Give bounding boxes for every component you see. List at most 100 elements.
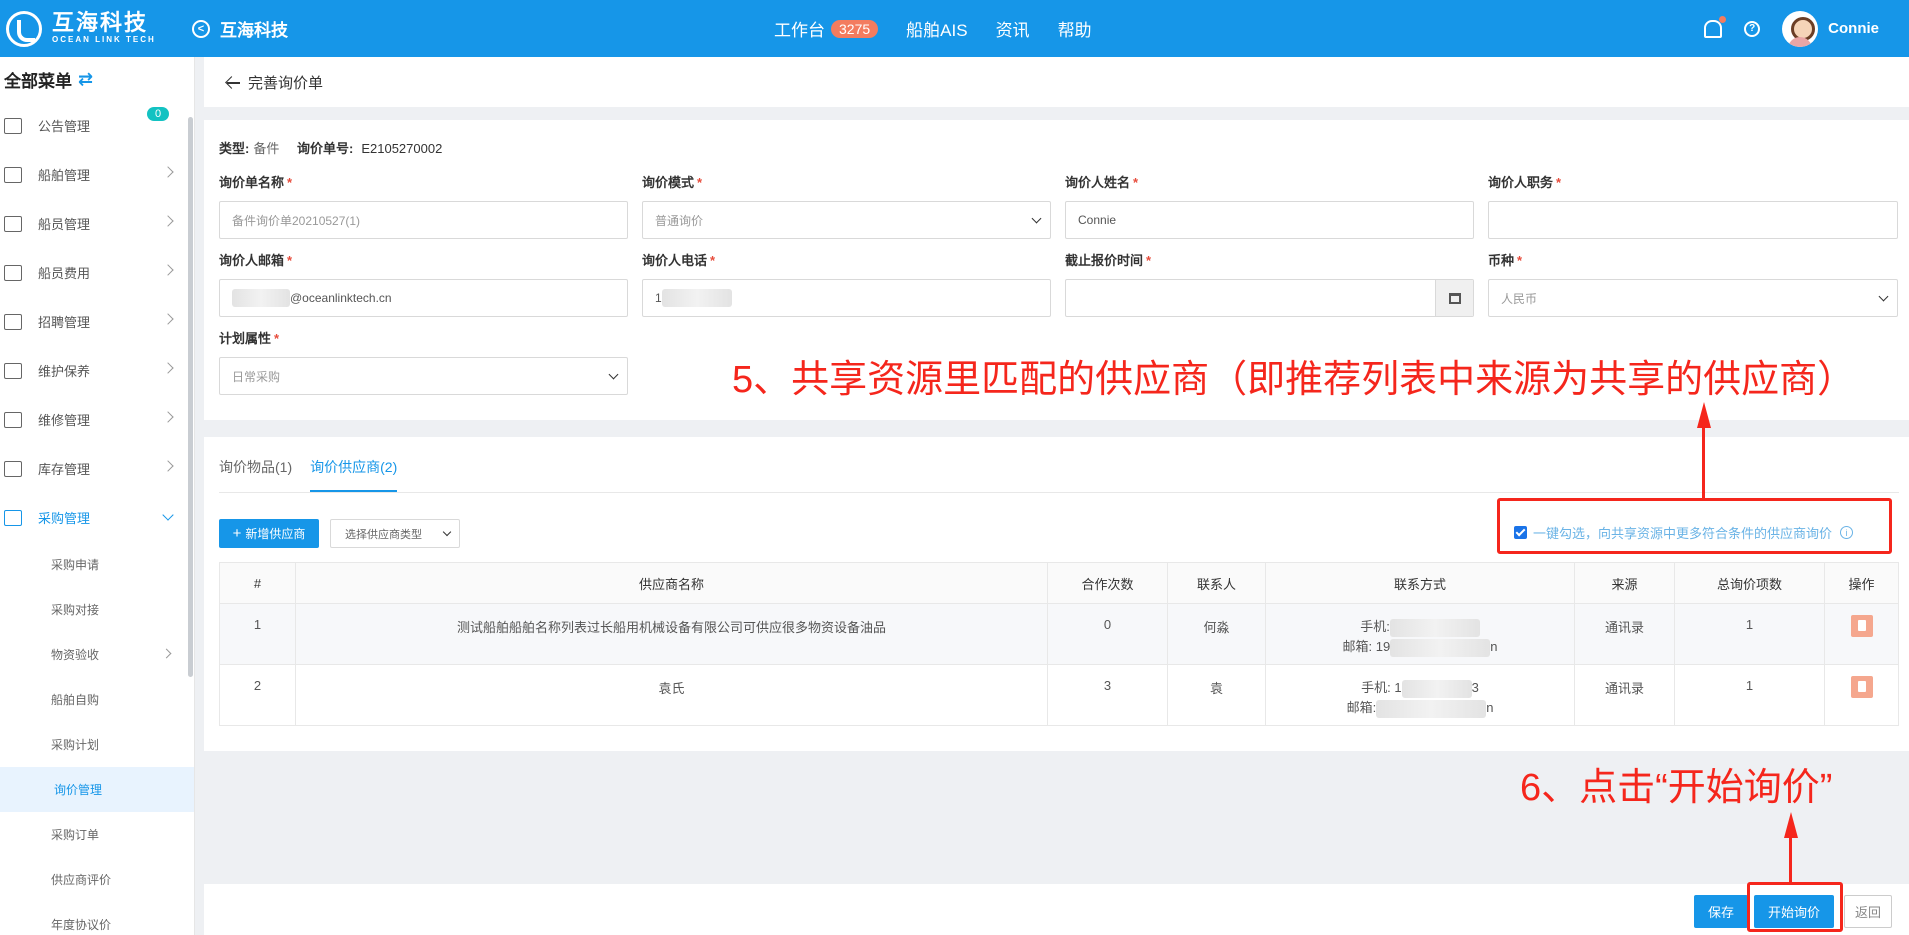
annotation-arrow-shaft — [1789, 836, 1792, 882]
inquirer-email-input[interactable]: @oceanlinktech.cn — [219, 279, 628, 317]
add-supplier-button[interactable]: + 新增供应商 — [219, 519, 319, 548]
mail-text: 邮箱: 19 — [1342, 639, 1391, 654]
sidebar-item-recruitment[interactable]: 招聘管理 — [0, 297, 194, 346]
table-row[interactable]: 1 测试船舶船舶名称列表过长船用机械设备有限公司可供应很多物资设备油品 0 何淼… — [219, 603, 1899, 665]
sidebar-sub-annual-price[interactable]: 年度协议价 — [0, 902, 194, 935]
row-coop-times: 3 — [1047, 664, 1168, 726]
user-menu[interactable]: Connie — [1782, 10, 1879, 47]
delete-icon[interactable] — [1850, 676, 1873, 698]
tab-inquiry-suppliers[interactable]: 询价供应商(2) — [310, 457, 398, 492]
chevron-right-icon — [162, 166, 174, 178]
save-button[interactable]: 保存 — [1694, 895, 1748, 928]
sidebar-item-maintenance[interactable]: 维护保养 — [0, 346, 194, 395]
sidebar-item-inventory[interactable]: 库存管理 — [0, 444, 194, 493]
plan-attribute-select[interactable]: 日常采购 — [219, 357, 628, 395]
back-arrow-icon[interactable] — [226, 75, 240, 89]
col-contact-info: 联系方式 — [1265, 562, 1575, 604]
inquirer-name-input[interactable]: Connie — [1065, 201, 1474, 239]
inquirer-phone-input[interactable]: 1 — [642, 279, 1051, 317]
add-supplier-label: 新增供应商 — [245, 527, 306, 541]
sidebar-sub-purchase-plan[interactable]: 采购计划 — [0, 722, 194, 767]
sidebar-sub-acceptance[interactable]: 物资验收 — [0, 632, 194, 677]
help-icon[interactable]: ? — [1744, 20, 1761, 37]
row-index: 1 — [219, 603, 296, 665]
row-supplier-name: 测试船舶船舶名称列表过长船用机械设备有限公司可供应很多物资设备油品 — [295, 603, 1048, 665]
sidebar-item-procurement[interactable]: 采购管理 — [0, 493, 194, 542]
inquirer-position-input[interactable] — [1488, 201, 1898, 239]
field-label: 计划属性 — [219, 331, 272, 346]
col-actions: 操作 — [1824, 562, 1899, 604]
redacted-phone — [1401, 679, 1472, 698]
sidebar-item-label: 公告管理 — [38, 119, 91, 134]
sidebar: 全部菜单 ⇄ 公告管理 0 船舶管理 船员管理 船员费用 招聘管理 维护保养 维… — [0, 57, 195, 935]
col-coop-times: 合作次数 — [1047, 562, 1168, 604]
action-bar: 保存 开始询价 返回 — [204, 884, 1909, 935]
page-title: 完善询价单 — [248, 74, 324, 92]
sidebar-sub-purchase-docking[interactable]: 采购对接 — [0, 587, 194, 632]
chevron-down-icon — [1031, 213, 1042, 224]
tab-inquiry-items[interactable]: 询价物品(1) — [219, 457, 292, 492]
field-label: 询价人邮箱 — [219, 253, 285, 268]
table-row[interactable]: 2 袁氏 3 袁 手机: 1 3 邮箱: n 通讯录 1 — [219, 664, 1899, 726]
field-deadline: 截止报价时间 * — [1065, 250, 1474, 317]
nav-news[interactable]: 资讯 — [996, 16, 1030, 41]
sidebar-item-ships[interactable]: 船舶管理 — [0, 150, 194, 199]
logo[interactable]: 互海科技 OCEAN LINK TECH — [0, 0, 190, 57]
sidebar-sub-purchase-request[interactable]: 采购申请 — [0, 542, 194, 587]
calendar-button[interactable] — [1435, 280, 1473, 316]
inquiry-name-input[interactable]: 备件询价单20210527(1) — [219, 201, 628, 239]
select-placeholder: 选择供应商类型 — [345, 528, 422, 541]
sidebar-item-label: 船员费用 — [38, 266, 91, 281]
field-inquiry-mode: 询价模式 * 普通询价 — [642, 172, 1051, 239]
sidebar-sub-purchase-order[interactable]: 采购订单 — [0, 812, 194, 857]
nav-help[interactable]: 帮助 — [1058, 16, 1092, 41]
chevron-right-icon — [162, 313, 174, 325]
sidebar-sub-inquiry[interactable]: 询价管理 — [0, 767, 194, 812]
phone-text: 手机: — [1360, 619, 1390, 634]
row-contact: 袁 — [1167, 664, 1266, 726]
sidebar-item-crew[interactable]: 船员管理 — [0, 199, 194, 248]
notification-bell-icon[interactable] — [1704, 15, 1727, 38]
currency-select[interactable]: 人民币 — [1488, 279, 1898, 317]
sidebar-scrollbar[interactable] — [188, 117, 193, 677]
sidebar-item-label: 船舶管理 — [38, 168, 91, 183]
deadline-input[interactable] — [1065, 279, 1474, 317]
top-nav: 工作台 3275 船舶AIS 资讯 帮助 — [774, 0, 1092, 57]
row-actions — [1824, 603, 1899, 665]
brand-switch[interactable]: < 互海科技 — [192, 0, 288, 57]
field-inquirer-phone: 询价人电话 * 1 — [642, 250, 1051, 317]
sidebar-item-announcements[interactable]: 公告管理 0 — [0, 101, 194, 150]
col-total-items: 总询价项数 — [1674, 562, 1825, 604]
sidebar-item-crew-costs[interactable]: 船员费用 — [0, 248, 194, 297]
username: Connie — [1828, 20, 1879, 37]
sidebar-title: 全部菜单 ⇄ — [0, 57, 194, 101]
sidebar-sub-self-purchase[interactable]: 船舶自购 — [0, 677, 194, 722]
field-label: 币种 — [1488, 253, 1515, 268]
nav-workbench[interactable]: 工作台 3275 — [774, 16, 879, 41]
supplier-type-select[interactable]: 选择供应商类型 — [330, 519, 460, 548]
tab-divider — [219, 492, 1899, 493]
field-label: 询价人姓名 — [1065, 175, 1131, 190]
row-coop-times: 0 — [1047, 603, 1168, 665]
plus-icon: + — [232, 525, 242, 542]
brand-name: 互海科技 — [220, 21, 288, 40]
cart-icon — [4, 509, 22, 526]
col-supplier-name: 供应商名称 — [295, 562, 1048, 604]
supplier-section: 询价物品(1) 询价供应商(2) + 新增供应商 选择供应商类型 一键勾选，向共… — [204, 437, 1909, 751]
chevron-down-icon — [162, 509, 174, 521]
swap-icon[interactable]: ⇄ — [78, 69, 93, 90]
phone-prefix: 1 — [655, 291, 662, 305]
chevron-right-icon — [162, 264, 174, 276]
nav-ship-ais[interactable]: 船舶AIS — [906, 16, 967, 41]
back-button[interactable]: 返回 — [1844, 895, 1892, 928]
redacted-email — [232, 289, 290, 307]
field-inquirer-name: 询价人姓名 * Connie — [1065, 172, 1474, 239]
sidebar-sub-supplier-review[interactable]: 供应商评价 — [0, 857, 194, 902]
top-bar: 互海科技 OCEAN LINK TECH < 互海科技 工作台 3275 船舶A… — [0, 0, 1909, 57]
inquiry-mode-select[interactable]: 普通询价 — [642, 201, 1051, 239]
sidebar-item-label: 维护保养 — [38, 364, 91, 379]
sidebar-item-repair[interactable]: 维修管理 — [0, 395, 194, 444]
delete-icon[interactable] — [1850, 615, 1873, 637]
mail-text: 邮箱: — [1346, 700, 1377, 715]
mail-tail: n — [1486, 700, 1494, 715]
